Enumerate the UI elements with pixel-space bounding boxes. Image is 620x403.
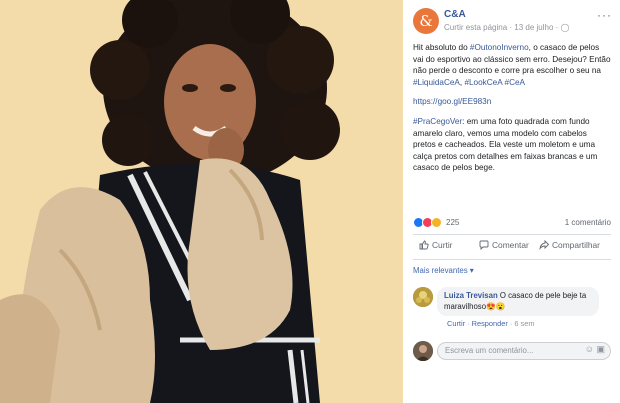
post-paragraph-3: #PraCegoVer: em uma foto quadrada com fu… xyxy=(413,116,611,174)
hashtag-link[interactable]: #CeA xyxy=(505,78,525,87)
comment-sort-dropdown[interactable]: Mais relevantes ▾ xyxy=(413,266,474,275)
comment-count[interactable]: 1 comentário xyxy=(565,218,611,227)
post-meta: Curtir esta página · 13 de julho · ◯ xyxy=(444,23,569,32)
reaction-count[interactable]: 225 xyxy=(446,218,459,227)
emoji-icon[interactable]: ☺ xyxy=(585,344,594,354)
avatar-image xyxy=(413,287,433,307)
post-text: Hit absoluto do #OutonoInverno, o casaco… xyxy=(413,42,611,182)
share-label: Compartilhar xyxy=(552,240,600,250)
comment-time[interactable]: 6 sem xyxy=(514,319,534,328)
divider xyxy=(413,234,611,235)
comment-reply-link[interactable]: Responder xyxy=(472,319,508,328)
reactions-bar: 225 1 comentário xyxy=(413,217,611,231)
post-url-link[interactable]: https://goo.gl/EE983n xyxy=(413,97,491,106)
page-name-link[interactable]: C&A xyxy=(444,9,466,20)
viewer-avatar xyxy=(413,341,433,361)
hashtag-link[interactable]: #OutonoInverno xyxy=(470,43,529,52)
comment-meta: Curtir · Responder · 6 sem xyxy=(447,319,535,328)
write-comment: Escreva um comentário... ☺ ▣ xyxy=(413,340,611,362)
like-button[interactable]: Curtir xyxy=(419,240,452,250)
post-meta-text: Curtir esta página · 13 de julho · xyxy=(444,23,561,32)
post-panel: & C&A Curtir esta página · 13 de julho ·… xyxy=(403,0,620,403)
hashtag-link[interactable]: #LiquidaCeA xyxy=(413,78,460,87)
thumbs-up-icon xyxy=(419,240,429,250)
like-label: Curtir xyxy=(432,240,453,250)
page-avatar[interactable]: & xyxy=(413,8,439,34)
post-photo[interactable] xyxy=(0,0,403,403)
comment-label: Comentar xyxy=(492,240,529,250)
post-text-part: Hit absoluto do xyxy=(413,43,470,52)
post-paragraph-1: Hit absoluto do #OutonoInverno, o casaco… xyxy=(413,43,611,87)
globe-icon: ◯ xyxy=(560,23,570,32)
post-header: & C&A Curtir esta página · 13 de julho ·… xyxy=(413,8,612,38)
more-options-icon[interactable]: ··· xyxy=(597,8,612,22)
comment-icon xyxy=(479,240,489,251)
share-icon xyxy=(539,239,550,250)
divider xyxy=(413,259,611,260)
comment-input-icons: ☺ ▣ xyxy=(585,344,605,355)
post-paragraph-2: https://goo.gl/EE983n xyxy=(413,96,611,108)
comment-button[interactable]: Comentar xyxy=(479,240,529,251)
commenter-avatar[interactable] xyxy=(413,287,433,307)
facebook-post: & C&A Curtir esta página · 13 de julho ·… xyxy=(0,0,620,403)
post-actions: Curtir Comentar Compartilhar xyxy=(413,236,611,256)
model-photo-illustration xyxy=(0,0,403,403)
avatar-image xyxy=(413,341,433,361)
camera-icon[interactable]: ▣ xyxy=(596,344,605,354)
hashtag-link[interactable]: #LookCeA xyxy=(464,78,502,87)
share-button[interactable]: Compartilhar xyxy=(539,239,600,250)
comment-like-link[interactable]: Curtir xyxy=(447,319,465,328)
haha-reaction-icon[interactable] xyxy=(431,217,442,228)
hashtag-link[interactable]: #PraCegoVer xyxy=(413,117,462,126)
comment-author-link[interactable]: Luiza Trevisan xyxy=(444,291,498,300)
comment-bubble: Luiza Trevisan O casaco de pele beje ta … xyxy=(437,287,599,316)
